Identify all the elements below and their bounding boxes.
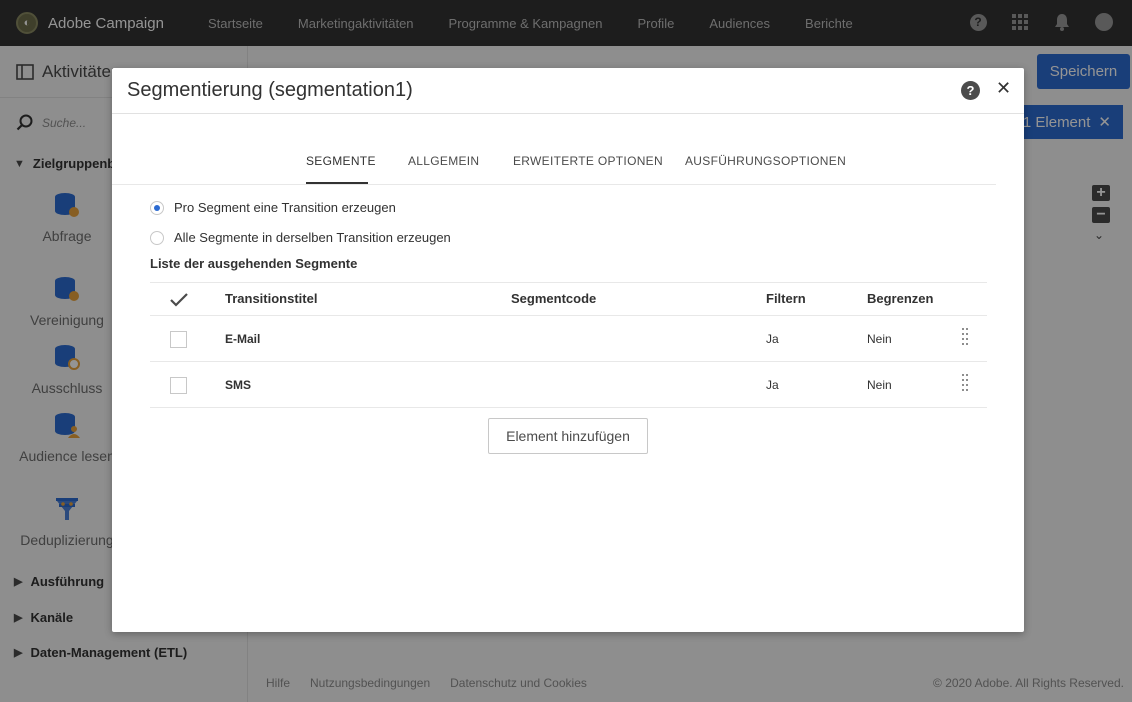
- radio-button-checked[interactable]: [150, 200, 164, 215]
- radio-label: Alle Segmente in derselben Transition er…: [174, 230, 451, 245]
- radio-one-transition-per-segment[interactable]: Pro Segment eine Transition erzeugen: [150, 200, 396, 215]
- dialog-title: Segmentierung (segmentation1): [127, 79, 413, 101]
- column-header-limit[interactable]: Begrenzen: [867, 291, 933, 306]
- dialog-header: Segmentierung (segmentation1) ? ✕: [112, 68, 1024, 114]
- cell-title: SMS: [225, 378, 252, 392]
- radio-same-transition[interactable]: Alle Segmente in derselben Transition er…: [150, 230, 451, 245]
- radio-label: Pro Segment eine Transition erzeugen: [174, 200, 396, 215]
- dialog-tabs: SEGMENTE ALLGEMEIN ERWEITERTE OPTIONEN A…: [112, 138, 996, 185]
- active-tab-indicator: [306, 182, 368, 184]
- row-checkbox[interactable]: [170, 377, 187, 394]
- drag-handle-icon[interactable]: [962, 374, 970, 394]
- segments-table: Transitionstitel Segmentcode Filtern Beg…: [150, 282, 987, 408]
- cell-limit: Nein: [867, 378, 892, 392]
- tab-advanced-options[interactable]: ERWEITERTE OPTIONEN: [513, 154, 663, 168]
- tab-general[interactable]: ALLGEMEIN: [408, 154, 479, 168]
- cell-filter: Ja: [766, 378, 779, 392]
- cell-limit: Nein: [867, 332, 892, 346]
- radio-button[interactable]: [150, 230, 164, 245]
- tab-execution-options[interactable]: AUSFÜHRUNGSOPTIONEN: [685, 154, 846, 168]
- add-element-button[interactable]: Element hinzufügen: [488, 418, 648, 454]
- help-icon[interactable]: ?: [961, 81, 980, 100]
- segments-list-title: Liste der ausgehenden Segmente: [150, 256, 358, 271]
- drag-handle-icon[interactable]: [962, 328, 970, 348]
- column-header-title[interactable]: Transitionstitel: [225, 291, 317, 306]
- tab-segments[interactable]: SEGMENTE: [306, 154, 376, 168]
- column-header-filter[interactable]: Filtern: [766, 291, 806, 306]
- table-header: Transitionstitel Segmentcode Filtern Beg…: [150, 282, 987, 316]
- table-row[interactable]: SMS Ja Nein: [150, 362, 987, 408]
- column-header-code[interactable]: Segmentcode: [511, 291, 596, 306]
- cell-filter: Ja: [766, 332, 779, 346]
- close-icon[interactable]: ✕: [996, 78, 1011, 99]
- segmentation-dialog: Segmentierung (segmentation1) ? ✕ SEGMEN…: [112, 68, 1024, 632]
- select-all-check-icon[interactable]: [170, 293, 188, 307]
- cell-title: E-Mail: [225, 332, 261, 346]
- row-checkbox[interactable]: [170, 331, 187, 348]
- table-row[interactable]: E-Mail Ja Nein: [150, 316, 987, 362]
